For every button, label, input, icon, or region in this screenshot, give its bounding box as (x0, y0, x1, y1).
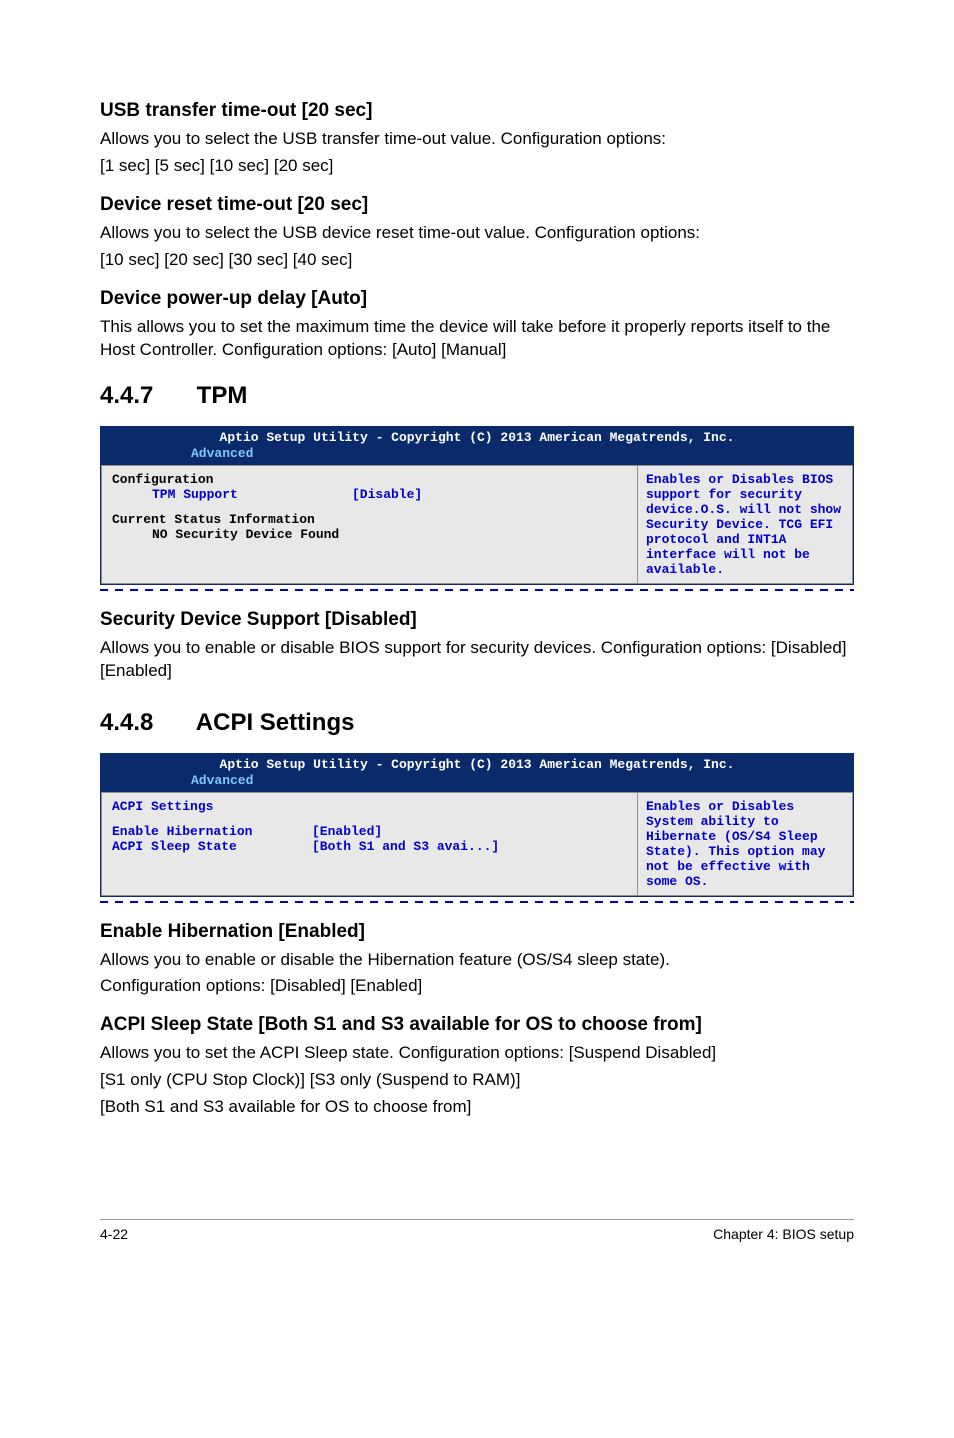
bios-tabs-tpm: Advanced (101, 445, 853, 465)
bios-help-panel-acpi: Enables or Disables System ability to Hi… (638, 792, 853, 896)
heading-acpi-sleep-state: ACPI Sleep State [Both S1 and S3 availab… (100, 1014, 854, 1036)
bios-screenshot-acpi: Aptio Setup Utility - Copyright (C) 2013… (100, 753, 854, 897)
text-enable-hib-1: Allows you to enable or disable the Hibe… (100, 949, 854, 972)
bios-header-tpm: Aptio Setup Utility - Copyright (C) 2013… (101, 427, 853, 445)
section-heading-acpi: 4.4.8 ACPI Settings (100, 709, 854, 737)
bios-tpm-support-value: [Disable] (352, 487, 422, 502)
bios-main-panel-acpi: ACPI Settings Enable Hibernation [Enable… (101, 792, 638, 896)
bios-acpi-settings-label: ACPI Settings (112, 799, 312, 814)
bios-sleep-state-value: [Both S1 and S3 avai...] (312, 839, 499, 854)
bios-enable-hib-key: Enable Hibernation (112, 824, 312, 839)
bios-tab-advanced-acpi: Advanced (181, 772, 263, 789)
text-usb-transfer-1: Allows you to select the USB transfer ti… (100, 128, 854, 151)
text-usb-transfer-2: [1 sec] [5 sec] [10 sec] [20 sec] (100, 155, 854, 178)
text-device-reset-1: Allows you to select the USB device rese… (100, 222, 854, 245)
footer-page-number: 4-22 (100, 1226, 128, 1242)
heading-device-powerup: Device power-up delay [Auto] (100, 288, 854, 310)
bios-main-panel-tpm: Configuration TPM Support [Disable] Curr… (101, 465, 638, 584)
bios-status-info-label: Current Status Information (112, 512, 315, 527)
bios-tab-advanced: Advanced (181, 445, 263, 462)
bios-tpm-support-key: TPM Support (152, 487, 352, 502)
text-device-powerup-1: This allows you to set the maximum time … (100, 316, 854, 362)
text-enable-hib-2: Configuration options: [Disabled] [Enabl… (100, 975, 854, 998)
bios-bottom-border-tpm (100, 589, 854, 595)
bios-screenshot-tpm: Aptio Setup Utility - Copyright (C) 2013… (100, 426, 854, 585)
text-security-device-support: Allows you to enable or disable BIOS sup… (100, 637, 854, 683)
text-sleep-1: Allows you to set the ACPI Sleep state. … (100, 1042, 854, 1065)
bios-bottom-border-acpi (100, 901, 854, 907)
text-device-reset-2: [10 sec] [20 sec] [30 sec] [40 sec] (100, 249, 854, 272)
heading-enable-hibernation: Enable Hibernation [Enabled] (100, 921, 854, 943)
page-footer: 4-22 Chapter 4: BIOS setup (100, 1219, 854, 1242)
bios-no-device-label: NO Security Device Found (152, 527, 339, 542)
text-sleep-2: [S1 only (CPU Stop Clock)] [S3 only (Sus… (100, 1069, 854, 1092)
heading-usb-transfer: USB transfer time-out [20 sec] (100, 100, 854, 122)
section-title-acpi: ACPI Settings (196, 709, 355, 736)
bios-configuration-label: Configuration (112, 472, 312, 487)
section-heading-tpm: 4.4.7 TPM (100, 382, 854, 410)
text-sleep-3: [Both S1 and S3 available for OS to choo… (100, 1096, 854, 1119)
bios-tabs-acpi: Advanced (101, 772, 853, 792)
page-content: USB transfer time-out [20 sec] Allows yo… (0, 0, 954, 1282)
bios-header-acpi: Aptio Setup Utility - Copyright (C) 2013… (101, 754, 853, 772)
section-number-tpm: 4.4.7 (100, 382, 190, 410)
footer-chapter: Chapter 4: BIOS setup (713, 1226, 854, 1242)
heading-security-device-support: Security Device Support [Disabled] (100, 609, 854, 631)
section-title-tpm: TPM (197, 382, 248, 409)
bios-sleep-state-key: ACPI Sleep State (112, 839, 312, 854)
section-number-acpi: 4.4.8 (100, 709, 190, 737)
bios-help-panel-tpm: Enables or Disables BIOS support for sec… (638, 465, 853, 584)
bios-enable-hib-value: [Enabled] (312, 824, 382, 839)
heading-device-reset: Device reset time-out [20 sec] (100, 194, 854, 216)
